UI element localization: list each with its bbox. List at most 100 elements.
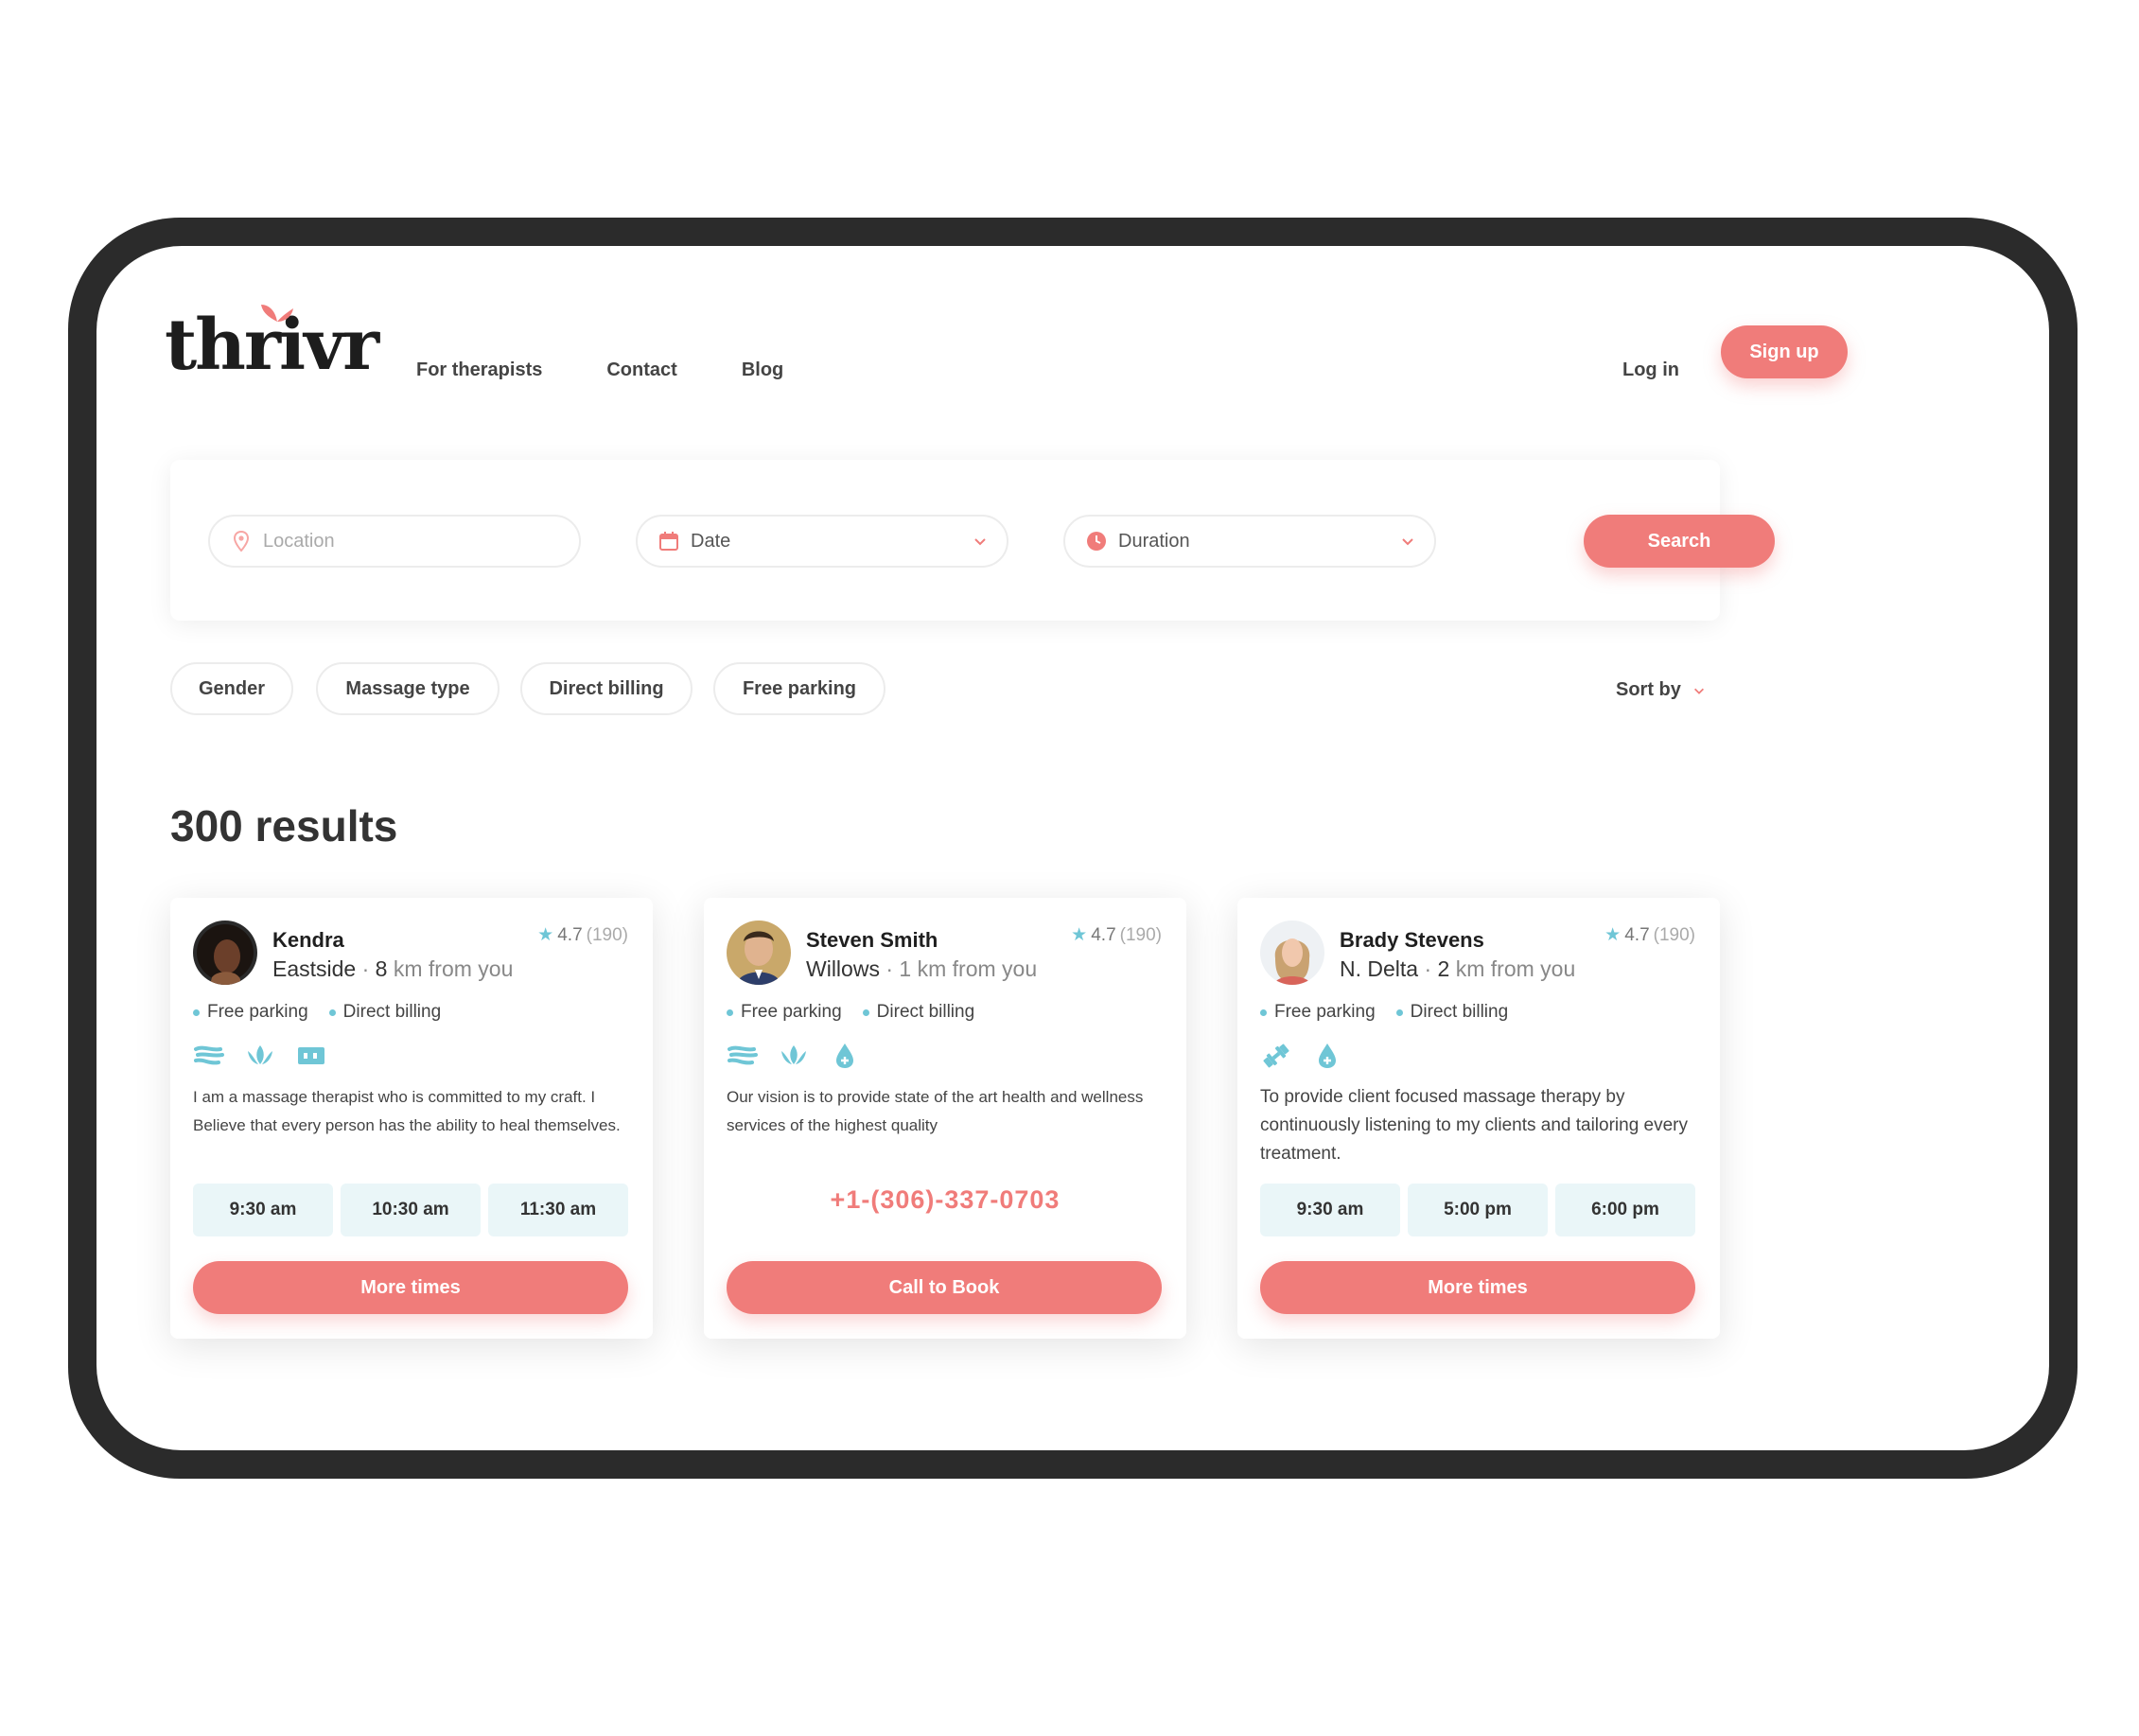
signup-button[interactable]: Sign up — [1721, 325, 1848, 378]
leaf-icon — [261, 305, 293, 322]
amenity-tags: Free parking Direct billing — [727, 1002, 974, 1023]
tag-direct-billing: Direct billing — [862, 1002, 975, 1023]
therapist-description: I am a massage therapist who is committe… — [193, 1088, 621, 1134]
therapist-name: Steven Smith — [806, 928, 938, 952]
tag-direct-billing: Direct billing — [1395, 1002, 1509, 1023]
area: Willows — [806, 956, 880, 981]
oil-drop-icon — [1311, 1042, 1343, 1070]
therapist-name: Brady Stevens — [1340, 928, 1484, 952]
therapist-description: To provide client focused massage therap… — [1260, 1087, 1689, 1164]
service-icons — [1260, 1042, 1343, 1070]
therapist-name: Kendra — [272, 928, 344, 952]
tag-free-parking: Free parking — [1260, 1002, 1376, 1023]
therapist-location: Eastside · 8 km from you — [272, 956, 514, 981]
nav-contact[interactable]: Contact — [606, 359, 676, 381]
time-slot[interactable]: 6:00 pm — [1555, 1184, 1695, 1236]
rating-value: 4.7 — [557, 924, 583, 945]
amenity-tags: Free parking Direct billing — [193, 1002, 441, 1023]
rating-value: 4.7 — [1624, 924, 1650, 945]
time-slots: 9:30 am 5:00 pm 6:00 pm — [1260, 1184, 1695, 1236]
tag-label: Direct billing — [876, 1002, 975, 1022]
date-label: Date — [691, 530, 731, 552]
service-icons — [727, 1042, 861, 1070]
nav-blog[interactable]: Blog — [742, 359, 783, 381]
distance-unit: km from you — [1455, 956, 1576, 981]
tag-free-parking: Free parking — [727, 1002, 842, 1023]
therapist-card-brady-stevens[interactable]: Brady Stevens N. Delta · 2 km from you ★… — [1237, 898, 1720, 1339]
sort-by-dropdown[interactable]: Sort by — [1616, 679, 1706, 701]
distance-unit: km from you — [917, 956, 1038, 981]
service-icons — [193, 1042, 327, 1070]
time-slot[interactable]: 5:00 pm — [1408, 1184, 1548, 1236]
therapist-description: Our vision is to provide state of the ar… — [727, 1088, 1144, 1134]
clock-icon — [1086, 531, 1107, 552]
more-times-button[interactable]: More times — [1260, 1261, 1695, 1314]
tag-label: Free parking — [741, 1002, 842, 1022]
tag-label: Direct billing — [1410, 1002, 1509, 1022]
review-count: (190) — [1119, 924, 1162, 945]
area: N. Delta — [1340, 956, 1419, 981]
location-field[interactable]: Location — [208, 515, 581, 568]
filter-free-parking[interactable]: Free parking — [713, 662, 885, 715]
therapist-location: Willows · 1 km from you — [806, 956, 1038, 981]
location-pin-icon — [231, 531, 252, 552]
time-slot[interactable]: 11:30 am — [488, 1184, 628, 1236]
star-icon: ★ — [1071, 925, 1088, 945]
results-count: 300 results — [170, 801, 398, 850]
tablet-frame: thrivr For therapists Contact Blog Log i… — [68, 218, 2078, 1479]
date-select[interactable]: Date — [636, 515, 1008, 568]
filter-direct-billing[interactable]: Direct billing — [520, 662, 693, 715]
tag-label: Free parking — [1274, 1002, 1376, 1022]
avatar — [727, 921, 791, 985]
review-count: (190) — [1653, 924, 1695, 945]
chevron-down-icon — [1402, 538, 1413, 546]
filter-massage-type[interactable]: Massage type — [316, 662, 500, 715]
tablet-screen: thrivr For therapists Contact Blog Log i… — [96, 246, 2049, 1450]
tag-label: Direct billing — [342, 1002, 442, 1022]
main-nav: For therapists Contact Blog — [416, 359, 783, 381]
therapist-card-steven-smith[interactable]: Steven Smith Willows · 1 km from you ★ 4… — [704, 898, 1186, 1339]
rating: ★ 4.7 (190) — [537, 924, 628, 946]
phone-number-link[interactable]: +1-(306)-337-0703 — [704, 1185, 1186, 1215]
star-icon: ★ — [537, 925, 554, 945]
hands-massage-icon — [193, 1042, 225, 1070]
duration-select[interactable]: Duration — [1063, 515, 1436, 568]
chevron-down-icon — [974, 538, 986, 546]
calendar-icon — [658, 531, 679, 552]
tag-label: Free parking — [207, 1002, 308, 1022]
lotus-icon — [778, 1042, 810, 1070]
rating: ★ 4.7 (190) — [1604, 924, 1695, 946]
time-slot[interactable]: 10:30 am — [341, 1184, 481, 1236]
time-slots: 9:30 am 10:30 am 11:30 am — [193, 1184, 628, 1236]
tag-direct-billing: Direct billing — [328, 1002, 442, 1023]
time-slot[interactable]: 9:30 am — [1260, 1184, 1400, 1236]
more-times-button[interactable]: More times — [193, 1261, 628, 1314]
search-button[interactable]: Search — [1584, 515, 1775, 568]
avatar — [1260, 921, 1324, 985]
login-link[interactable]: Log in — [1622, 359, 1679, 381]
star-icon: ★ — [1604, 925, 1622, 945]
distance-number: 8 — [375, 956, 388, 981]
amenity-tags: Free parking Direct billing — [1260, 1002, 1508, 1023]
distance-number: 2 — [1437, 956, 1450, 981]
sort-by-label: Sort by — [1616, 679, 1681, 700]
therapist-location: N. Delta · 2 km from you — [1340, 956, 1576, 981]
distance-unit: km from you — [393, 956, 514, 981]
oil-drop-icon — [829, 1042, 861, 1070]
review-count: (190) — [586, 924, 628, 945]
call-to-book-button[interactable]: Call to Book — [727, 1261, 1162, 1314]
hands-massage-icon — [727, 1042, 759, 1070]
filter-gender[interactable]: Gender — [170, 662, 293, 715]
time-slot[interactable]: 9:30 am — [193, 1184, 333, 1236]
lotus-icon — [244, 1042, 276, 1070]
search-panel: Location Date Duration Search — [170, 460, 1775, 621]
app: thrivr For therapists Contact Blog Log i… — [96, 246, 1920, 1450]
nav-for-therapists[interactable]: For therapists — [416, 359, 542, 381]
therapist-card-kendra[interactable]: Kendra Eastside · 8 km from you ★ 4.7 (1… — [170, 898, 653, 1339]
dumbbell-icon — [1260, 1042, 1292, 1070]
duration-label: Duration — [1118, 530, 1190, 552]
rating: ★ 4.7 (190) — [1071, 924, 1162, 946]
location-placeholder: Location — [263, 530, 335, 552]
avatar — [193, 921, 257, 985]
thrivr-logo[interactable]: thrivr — [165, 305, 379, 380]
